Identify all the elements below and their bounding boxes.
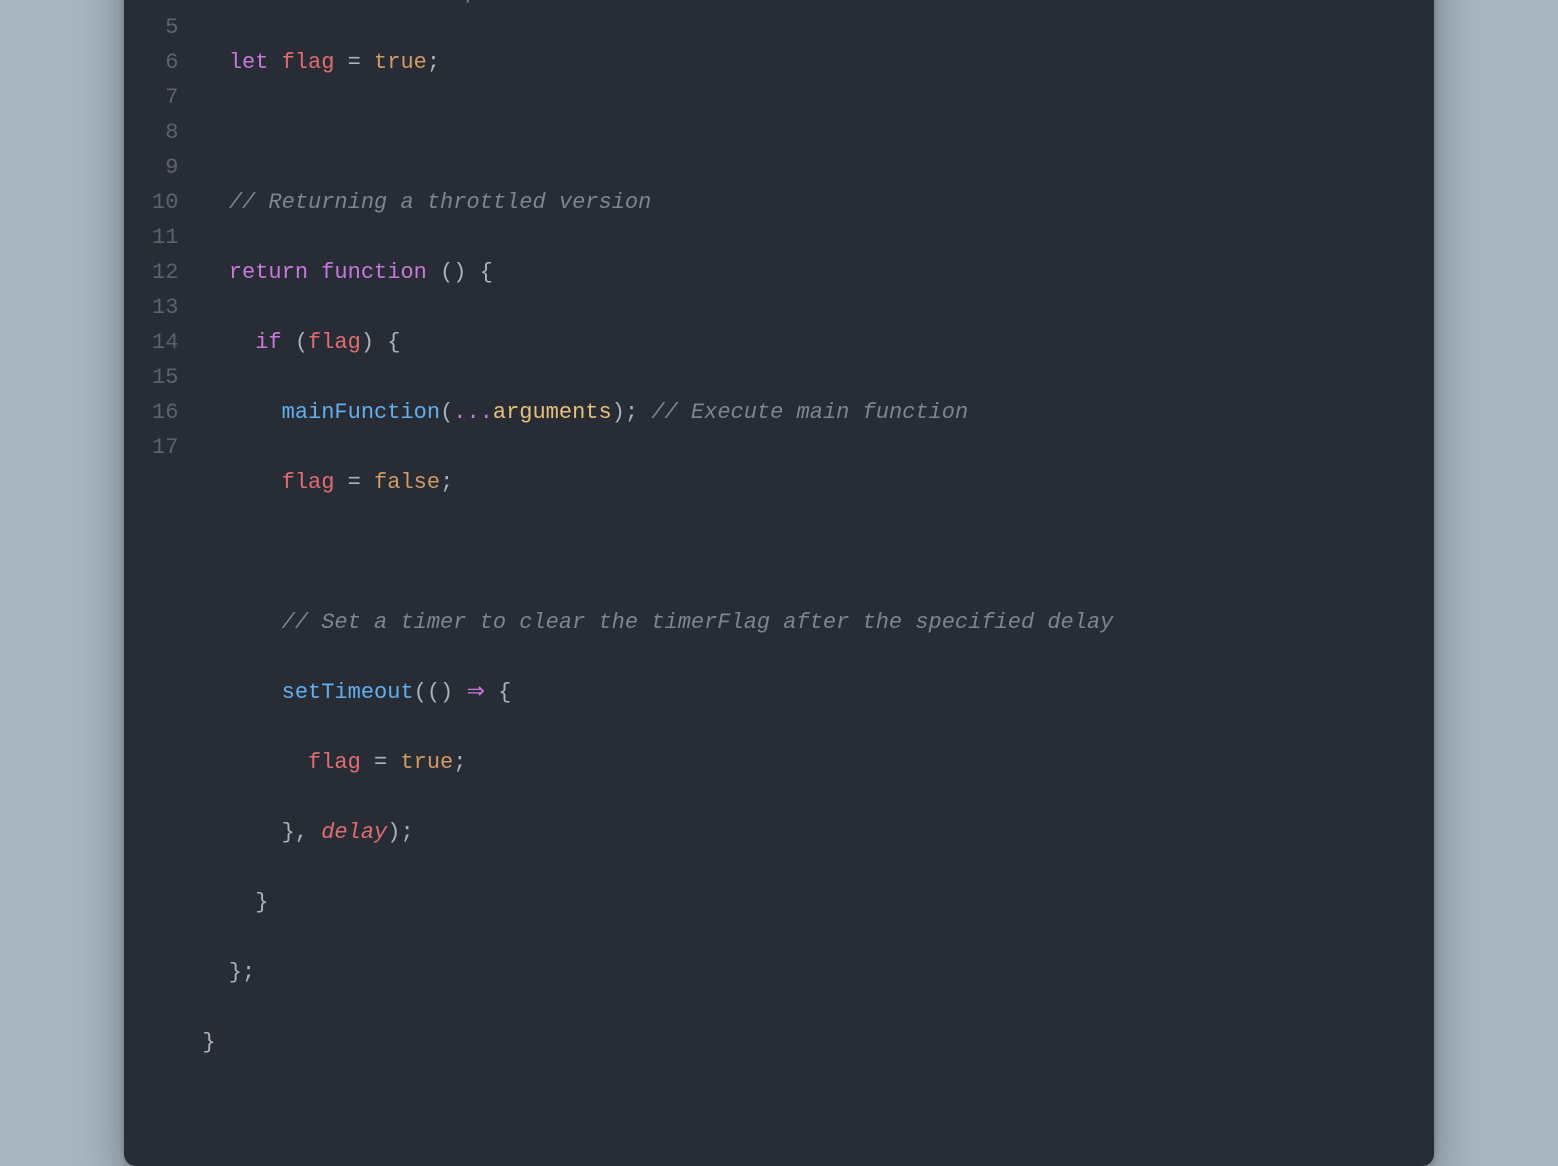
- code-line: // Returning a throttled version: [202, 185, 1113, 220]
- code-line: };: [202, 955, 1113, 990]
- line-number: 11: [152, 220, 178, 255]
- code-line: mainFunction(...arguments); // Execute m…: [202, 395, 1113, 430]
- line-number: 15: [152, 360, 178, 395]
- code-line: [202, 115, 1113, 150]
- line-number: 16: [152, 395, 178, 430]
- line-number: 4: [152, 0, 178, 10]
- line-number-gutter: 1 2 3 4 5 6 7 8 9 10 11 12 13 14 15 16 1…: [152, 0, 202, 1130]
- line-number: 5: [152, 10, 178, 45]
- line-number: 13: [152, 290, 178, 325]
- code-line: [202, 535, 1113, 570]
- code-line: return function () {: [202, 255, 1113, 290]
- code-line: flag = false;: [202, 465, 1113, 500]
- code-line: flag = true;: [202, 745, 1113, 780]
- line-number: 8: [152, 115, 178, 150]
- code-line: if (flag) {: [202, 325, 1113, 360]
- line-number: 6: [152, 45, 178, 80]
- code-line: }, delay);: [202, 815, 1113, 850]
- code-content[interactable]: function throttled(mainFunction, delay) …: [202, 0, 1113, 1130]
- line-number: 12: [152, 255, 178, 290]
- code-line: }: [202, 885, 1113, 920]
- line-number: 10: [152, 185, 178, 220]
- line-number: 17: [152, 430, 178, 465]
- code-line: }: [202, 1025, 1113, 1060]
- code-window: 1 2 3 4 5 6 7 8 9 10 11 12 13 14 15 16 1…: [124, 0, 1434, 1166]
- line-number: 14: [152, 325, 178, 360]
- code-editor: 1 2 3 4 5 6 7 8 9 10 11 12 13 14 15 16 1…: [152, 0, 1406, 1130]
- line-number: 7: [152, 80, 178, 115]
- code-line: // Set a timer to clear the timerFlag af…: [202, 605, 1113, 640]
- code-line: let flag = true;: [202, 45, 1113, 80]
- code-line: // Variable to keep track of the timer: [202, 0, 1113, 10]
- line-number: 9: [152, 150, 178, 185]
- code-line: setTimeout(() ⇒ {: [202, 675, 1113, 710]
